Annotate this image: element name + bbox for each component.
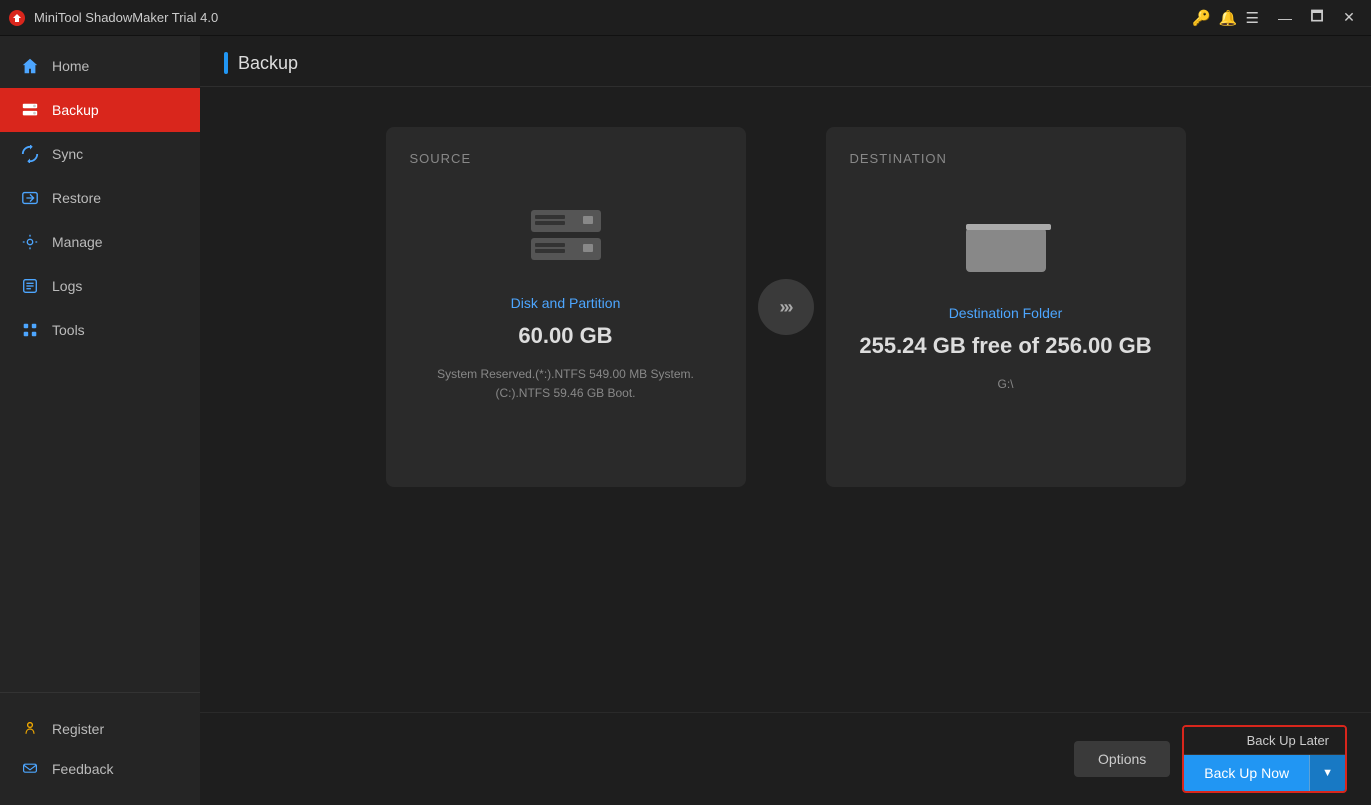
close-button[interactable]: ✕: [1335, 4, 1363, 32]
key-icon[interactable]: 🔑: [1192, 9, 1211, 27]
manage-icon: [20, 232, 40, 252]
register-icon: [20, 719, 40, 739]
content-footer: Options Back Up Later Back Up Now ▼: [200, 712, 1371, 805]
sidebar-label-home: Home: [52, 58, 89, 74]
sidebar: Home Backup: [0, 36, 200, 805]
sidebar-label-restore: Restore: [52, 190, 101, 206]
sidebar-label-sync: Sync: [52, 146, 83, 162]
sidebar-item-feedback[interactable]: Feedback: [0, 749, 200, 789]
arrow-circle: ›››: [758, 279, 814, 335]
tools-icon: [20, 320, 40, 340]
options-button[interactable]: Options: [1074, 741, 1170, 777]
menu-icon[interactable]: ☰: [1246, 9, 1259, 27]
sidebar-item-register[interactable]: Register: [0, 709, 200, 749]
restore-icon: [20, 188, 40, 208]
source-label: SOURCE: [410, 151, 472, 166]
logs-icon: [20, 276, 40, 296]
maximize-button[interactable]: 🗖: [1303, 4, 1331, 32]
app-title: MiniTool ShadowMaker Trial 4.0: [34, 10, 1192, 25]
sidebar-item-manage[interactable]: Manage: [0, 220, 200, 264]
title-bar: MiniTool ShadowMaker Trial 4.0 🔑 🔔 ☰ — 🗖…: [0, 0, 1371, 36]
sidebar-item-backup[interactable]: Backup: [0, 88, 200, 132]
home-icon: [20, 56, 40, 76]
window-controls: — 🗖 ✕: [1271, 4, 1363, 32]
backup-later-button[interactable]: Back Up Later: [1184, 727, 1345, 755]
destination-label: DESTINATION: [850, 151, 947, 166]
sidebar-item-logs[interactable]: Logs: [0, 264, 200, 308]
backup-button-group: Back Up Later Back Up Now ▼: [1182, 725, 1347, 793]
sidebar-label-manage: Manage: [52, 234, 103, 250]
sidebar-label-backup: Backup: [52, 102, 99, 118]
backup-icon: [20, 100, 40, 120]
sidebar-label-register: Register: [52, 721, 104, 737]
source-detail: System Reserved.(*:).NTFS 549.00 MB Syst…: [437, 365, 694, 403]
backup-now-row: Back Up Now ▼: [1184, 755, 1345, 791]
bell-icon[interactable]: 🔔: [1219, 9, 1238, 27]
backup-now-button[interactable]: Back Up Now: [1184, 755, 1309, 791]
sidebar-label-tools: Tools: [52, 322, 85, 338]
app-body: Home Backup: [0, 36, 1371, 805]
app-logo: [8, 9, 26, 27]
content-header: Backup: [200, 36, 1371, 87]
destination-card[interactable]: DESTINATION Destination Folder 255.24 GB…: [826, 127, 1186, 487]
header-accent: [224, 52, 228, 74]
source-card[interactable]: SOURCE Disk and Partit: [386, 127, 746, 487]
destination-free-space: 255.24 GB free of 256.00 GB: [859, 333, 1151, 359]
source-subtitle: Disk and Partition: [511, 295, 621, 311]
page-title: Backup: [238, 53, 298, 74]
backup-now-dropdown[interactable]: ▼: [1309, 755, 1345, 791]
sidebar-nav: Home Backup: [0, 36, 200, 692]
minimize-button[interactable]: —: [1271, 4, 1299, 32]
sidebar-item-tools[interactable]: Tools: [0, 308, 200, 352]
arrow-connector: ›››: [746, 127, 826, 487]
sidebar-item-home[interactable]: Home: [0, 44, 200, 88]
destination-path: G:\: [997, 375, 1013, 394]
sidebar-label-feedback: Feedback: [52, 761, 113, 777]
disk-icon: [521, 206, 611, 271]
sync-icon: [20, 144, 40, 164]
main-content: Backup SOURCE: [200, 36, 1371, 805]
sidebar-item-restore[interactable]: Restore: [0, 176, 200, 220]
destination-subtitle: Destination Folder: [949, 305, 1063, 321]
source-size: 60.00 GB: [518, 323, 612, 349]
sidebar-item-sync[interactable]: Sync: [0, 132, 200, 176]
backup-area: SOURCE Disk and Partit: [200, 87, 1371, 712]
folder-icon: [961, 206, 1051, 281]
title-bar-utility-icons: 🔑 🔔 ☰: [1192, 9, 1259, 27]
sidebar-bottom: Register Feedback: [0, 692, 200, 805]
sidebar-label-logs: Logs: [52, 278, 82, 294]
feedback-icon: [20, 759, 40, 779]
